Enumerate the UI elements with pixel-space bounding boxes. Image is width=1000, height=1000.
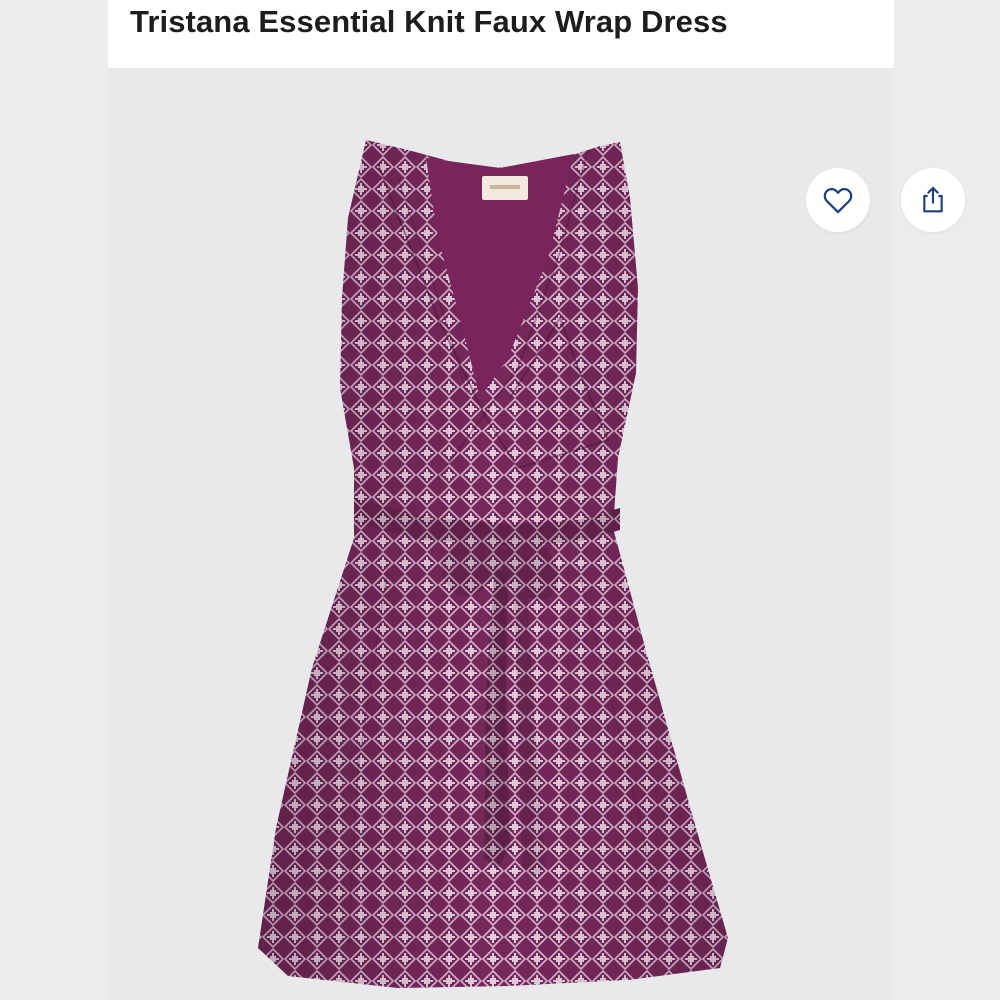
share-button[interactable] [901,168,965,232]
product-title: Tristana Essential Knit Faux Wrap Dress [130,4,728,39]
favorite-button[interactable] [806,168,870,232]
product-image-area[interactable] [108,68,965,1000]
heart-outline-icon [823,187,853,214]
title-bar: Tristana Essential Knit Faux Wrap Dress [108,0,894,68]
product-photo[interactable] [108,68,894,1000]
product-page: Tristana Essential Knit Faux Wrap Dress [0,0,1000,1000]
share-upload-icon [923,186,943,213]
